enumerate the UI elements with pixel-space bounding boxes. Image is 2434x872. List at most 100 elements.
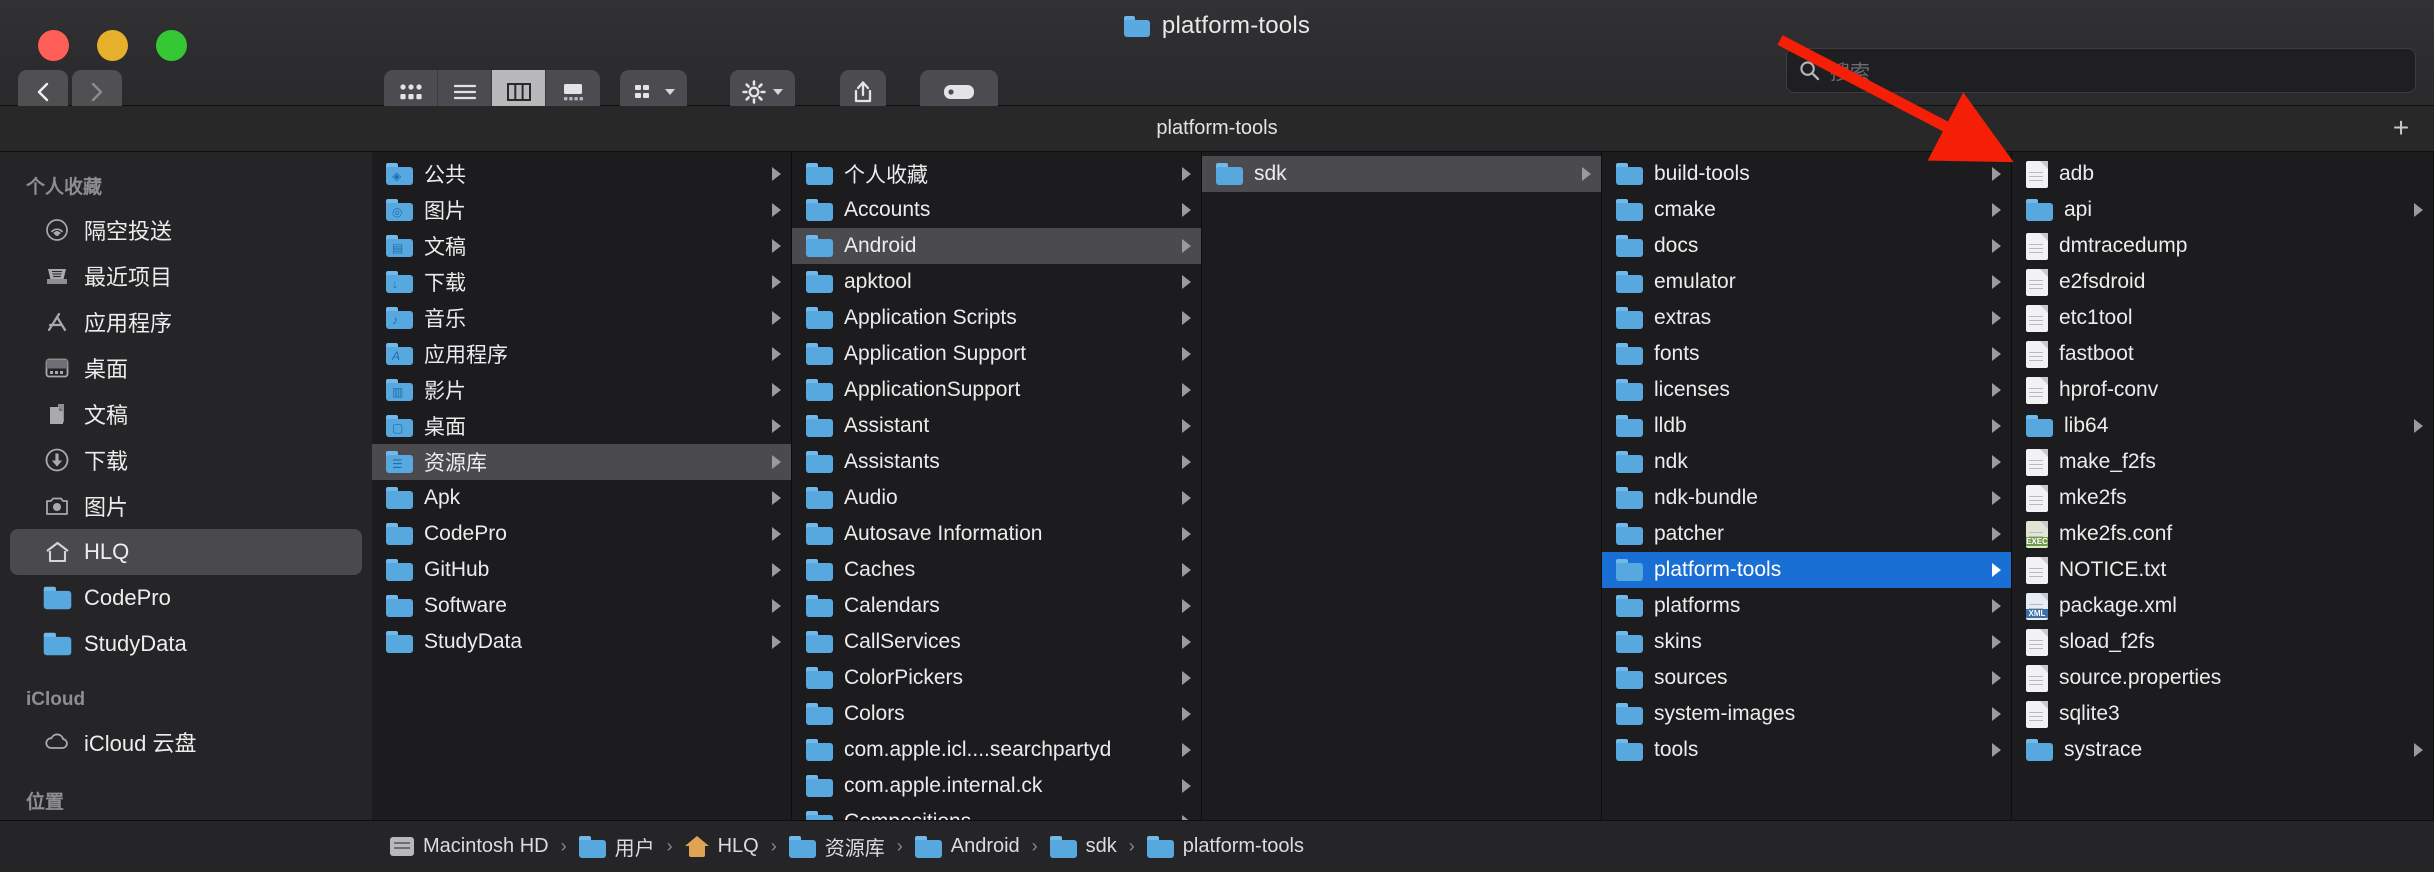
list-item[interactable]: ApplicationSupport (792, 372, 1201, 408)
list-item[interactable]: GitHub (372, 552, 791, 588)
disclosure-arrow[interactable] (772, 419, 781, 433)
list-item[interactable]: Accounts (792, 192, 1201, 228)
list-item[interactable]: ◎图片 (372, 192, 791, 228)
list-item[interactable]: Audio (792, 480, 1201, 516)
sidebar-item-documents[interactable]: 文稿 (10, 391, 362, 437)
list-item[interactable]: adb (2012, 156, 2433, 192)
list-item[interactable]: StudyData (372, 624, 791, 660)
disclosure-arrow[interactable] (772, 599, 781, 613)
disclosure-arrow[interactable] (772, 347, 781, 361)
list-item[interactable]: apktool (792, 264, 1201, 300)
list-item[interactable]: patcher (1602, 516, 2011, 552)
disclosure-arrow[interactable] (1992, 239, 2001, 253)
list-item[interactable]: system-images (1602, 696, 2011, 732)
list-item[interactable]: platforms (1602, 588, 2011, 624)
list-item-selected-platform-tools[interactable]: platform-tools (1602, 552, 2011, 588)
list-item[interactable]: sqlite3 (2012, 696, 2433, 732)
disclosure-arrow[interactable] (1992, 491, 2001, 505)
list-item[interactable]: e2fsdroid (2012, 264, 2433, 300)
disclosure-arrow[interactable] (1182, 563, 1191, 577)
disclosure-arrow[interactable] (1992, 455, 2001, 469)
disclosure-arrow[interactable] (772, 275, 781, 289)
list-item[interactable]: Calendars (792, 588, 1201, 624)
path-item-library[interactable]: 资源库 (789, 832, 885, 861)
path-item-users[interactable]: 用户 (579, 832, 655, 861)
list-item[interactable]: dmtracedump (2012, 228, 2433, 264)
disclosure-arrow[interactable] (1182, 707, 1191, 721)
disclosure-arrow[interactable] (2414, 419, 2423, 433)
list-item[interactable]: hprof-conv (2012, 372, 2433, 408)
list-item[interactable]: cmake (1602, 192, 2011, 228)
disclosure-arrow[interactable] (1992, 671, 2001, 685)
disclosure-arrow[interactable] (1182, 455, 1191, 469)
list-item[interactable]: mke2fs (2012, 480, 2433, 516)
list-item[interactable]: build-tools (1602, 156, 2011, 192)
disclosure-arrow[interactable] (1992, 635, 2001, 649)
list-item[interactable]: skins (1602, 624, 2011, 660)
disclosure-arrow[interactable] (772, 563, 781, 577)
list-item[interactable]: ▥影片 (372, 372, 791, 408)
search-field[interactable]: 搜索 (1786, 48, 2416, 93)
sidebar-item-codepro[interactable]: CodePro (10, 575, 362, 621)
sidebar-item-pictures[interactable]: 图片 (10, 483, 362, 529)
disclosure-arrow[interactable] (1182, 779, 1191, 793)
list-item[interactable]: ndk-bundle (1602, 480, 2011, 516)
disclosure-arrow[interactable] (1992, 743, 2001, 757)
list-item[interactable]: CodePro (372, 516, 791, 552)
disclosure-arrow[interactable] (1992, 311, 2001, 325)
disclosure-arrow[interactable] (1992, 527, 2001, 541)
new-tab-button[interactable]: + (2386, 114, 2416, 144)
list-item[interactable]: ndk (1602, 444, 2011, 480)
list-item[interactable]: tools (1602, 732, 2011, 768)
disclosure-arrow[interactable] (2414, 743, 2423, 757)
disclosure-arrow[interactable] (772, 455, 781, 469)
path-item-macintosh-hd[interactable]: Macintosh HD (390, 835, 549, 858)
list-item[interactable]: licenses (1602, 372, 2011, 408)
sidebar-item-downloads[interactable]: 下载 (10, 437, 362, 483)
list-item[interactable]: Software (372, 588, 791, 624)
disclosure-arrow[interactable] (1182, 419, 1191, 433)
disclosure-arrow[interactable] (1992, 599, 2001, 613)
disclosure-arrow[interactable] (1182, 383, 1191, 397)
sidebar-item-icloud-drive[interactable]: iCloud 云盘 (10, 719, 362, 765)
disclosure-arrow[interactable] (1182, 167, 1191, 181)
list-item[interactable]: etc1tool (2012, 300, 2433, 336)
list-item[interactable]: Assistant (792, 408, 1201, 444)
list-item[interactable]: A应用程序 (372, 336, 791, 372)
list-item[interactable]: lib64 (2012, 408, 2433, 444)
list-item[interactable]: Colors (792, 696, 1201, 732)
disclosure-arrow[interactable] (1182, 203, 1191, 217)
disclosure-arrow[interactable] (2414, 203, 2423, 217)
disclosure-arrow[interactable] (1182, 311, 1191, 325)
disclosure-arrow[interactable] (772, 383, 781, 397)
list-item[interactable]: com.apple.internal.ck (792, 768, 1201, 804)
disclosure-arrow[interactable] (1182, 671, 1191, 685)
list-item[interactable]: fastboot (2012, 336, 2433, 372)
disclosure-arrow[interactable] (1182, 491, 1191, 505)
list-item-selected-android[interactable]: Android (792, 228, 1201, 264)
disclosure-arrow[interactable] (1992, 419, 2001, 433)
disclosure-arrow[interactable] (1182, 743, 1191, 757)
list-item[interactable]: CallServices (792, 624, 1201, 660)
list-item[interactable]: ♪音乐 (372, 300, 791, 336)
disclosure-arrow[interactable] (1992, 167, 2001, 181)
list-item[interactable]: fonts (1602, 336, 2011, 372)
list-item-selected-library[interactable]: ☰资源库 (372, 444, 791, 480)
disclosure-arrow[interactable] (772, 203, 781, 217)
disclosure-arrow[interactable] (772, 311, 781, 325)
list-item[interactable]: systrace (2012, 732, 2433, 768)
list-item[interactable]: emulator (1602, 264, 2011, 300)
list-item[interactable]: source.properties (2012, 660, 2433, 696)
path-item-android[interactable]: Android (915, 835, 1020, 858)
disclosure-arrow[interactable] (1182, 347, 1191, 361)
list-item-selected-sdk[interactable]: sdk (1202, 156, 1601, 192)
disclosure-arrow[interactable] (772, 239, 781, 253)
active-tab-label[interactable]: platform-tools (1156, 117, 1277, 140)
list-item[interactable]: 个人收藏 (792, 156, 1201, 192)
disclosure-arrow[interactable] (1182, 275, 1191, 289)
list-item[interactable]: com.apple.icl....searchpartyd (792, 732, 1201, 768)
list-item[interactable]: docs (1602, 228, 2011, 264)
sidebar-item-studydata[interactable]: StudyData (10, 621, 362, 667)
list-item[interactable]: ▢桌面 (372, 408, 791, 444)
disclosure-arrow[interactable] (772, 491, 781, 505)
